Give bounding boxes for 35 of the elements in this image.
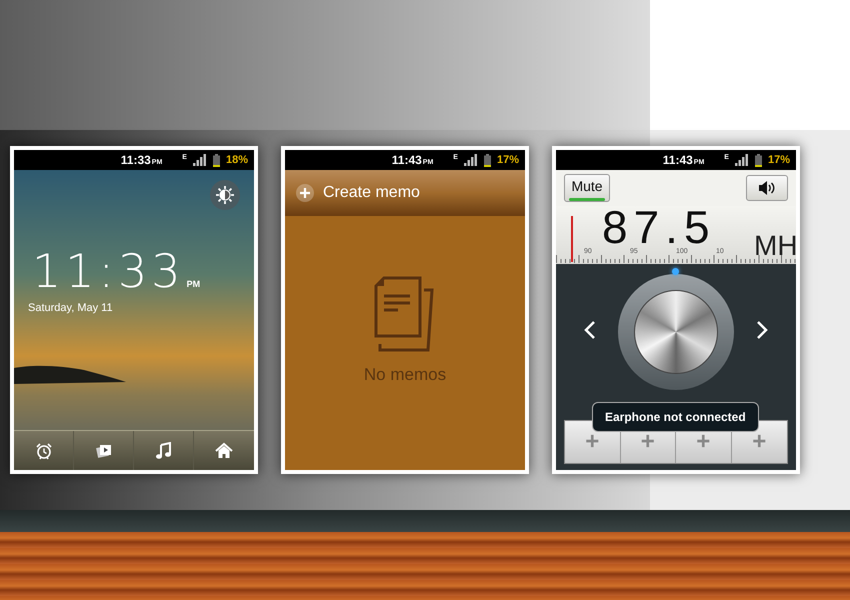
clock-ampm: PM	[186, 278, 200, 290]
mute-button[interactable]: Mute	[564, 174, 610, 202]
signal-icon	[734, 154, 749, 166]
battery-percent: 17%	[768, 152, 790, 168]
previous-station-button[interactable]	[584, 320, 596, 340]
chevron-left-icon	[584, 320, 596, 340]
create-memo-button[interactable]: Create memo	[285, 170, 525, 216]
battery-icon	[212, 154, 220, 166]
signal-icon	[464, 154, 478, 166]
battery-percent: 18%	[226, 152, 248, 168]
lock-clock: 11:33	[32, 248, 185, 294]
tuning-needle	[571, 216, 573, 262]
brightness-button[interactable]	[210, 180, 240, 210]
plus-icon	[295, 183, 315, 203]
frequency-unit: MH	[754, 232, 796, 260]
battery-icon	[754, 154, 762, 166]
music-note-icon	[154, 442, 172, 460]
alarm-clock-icon	[34, 442, 52, 460]
status-time: 11:43	[392, 152, 422, 169]
status-time: 11:43	[662, 152, 693, 169]
speaker-icon	[758, 181, 776, 195]
brightness-icon	[216, 186, 234, 204]
earphone-toast: Earphone not connected	[592, 402, 759, 432]
battery-icon	[484, 154, 491, 166]
chevron-right-icon	[756, 320, 768, 340]
empty-message: No memos	[364, 364, 446, 386]
battery-percent: 17%	[496, 152, 519, 168]
frequency-readout: 87.5	[602, 210, 716, 244]
signal-icon	[192, 154, 207, 166]
lock-date: Saturday, May 11	[28, 301, 113, 316]
dial-indicator	[672, 268, 679, 275]
status-time: 11:33	[120, 152, 151, 169]
home-icon	[215, 442, 233, 460]
speaker-button[interactable]	[746, 175, 788, 201]
next-station-button[interactable]	[756, 320, 768, 340]
